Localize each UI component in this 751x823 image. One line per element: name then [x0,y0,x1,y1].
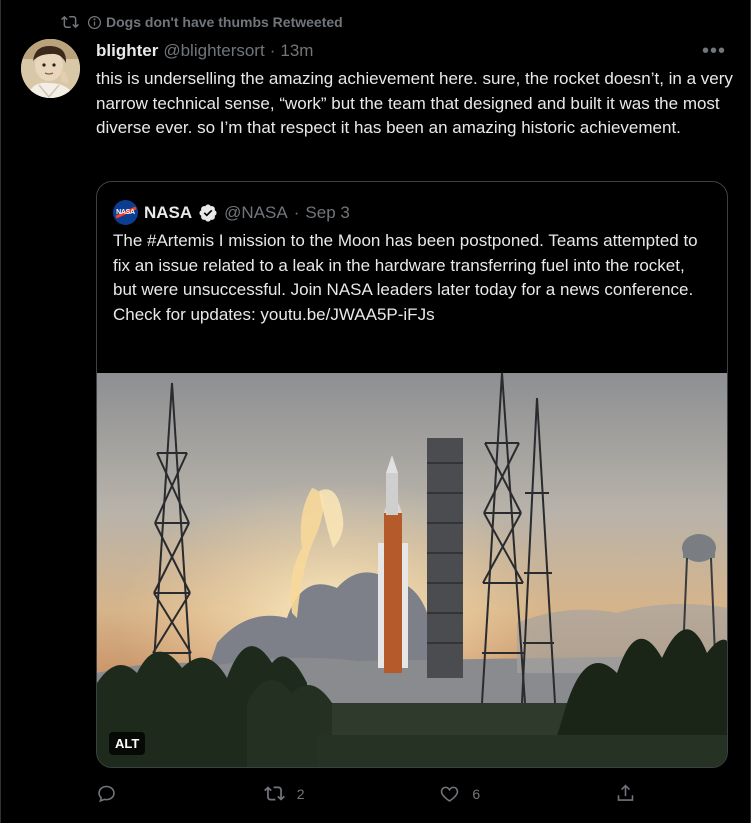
share-button[interactable] [615,783,636,804]
retweet-button[interactable]: 2 [263,783,305,804]
retweet-label: Dogs don't have thumbs Retweeted [106,14,343,30]
tweet-card[interactable]: Dogs don't have thumbs Retweeted blighte… [0,0,751,823]
author-name[interactable]: blighter [96,41,158,61]
quoted-author-handle[interactable]: @NASA [224,203,288,223]
retweet-label-wrap[interactable]: Dogs don't have thumbs Retweeted [87,14,343,30]
share-icon [617,784,634,801]
like-count: 6 [472,785,481,802]
reply-button[interactable] [96,783,129,804]
quoted-tweet[interactable]: NASA NASA @NASA · Sep 3 The #Artemis I m… [96,181,728,768]
photo-scene [97,373,727,767]
retweet-icon [263,786,285,801]
tweet-actions: 2 6 [96,783,636,804]
quoted-tweet-text: The #Artemis I mission to the Moon has b… [113,231,698,324]
retweet-context: Dogs don't have thumbs Retweeted [61,13,343,31]
avatar-image [21,39,80,98]
quoted-tweet-header: NASA NASA @NASA · Sep 3 [113,200,350,225]
retweet-count: 2 [296,785,305,802]
nasa-logo-icon[interactable]: NASA [113,200,138,225]
nasa-logo-text: NASA [116,209,135,216]
verified-badge-icon [199,203,217,222]
quoted-tweet-date[interactable]: Sep 3 [305,203,349,223]
alt-text-badge[interactable]: ALT [109,732,146,755]
tweet-time[interactable]: 13m [280,41,313,61]
tweet-header: blighter @blightersort · 13m [96,41,313,61]
tweet-text: this is underselling the amazing achieve… [96,69,733,137]
info-icon [87,15,102,29]
reply-icon [98,785,115,803]
more-options-icon[interactable]: ••• [702,40,726,63]
separator-dot: · [269,41,276,60]
rocket-launch-photo[interactable]: ALT [97,373,727,767]
heart-icon [441,786,459,802]
like-button[interactable]: 6 [439,783,480,804]
avatar[interactable] [21,39,80,98]
author-handle[interactable]: @blightersort [163,41,264,61]
quoted-author-name[interactable]: NASA [144,203,192,223]
separator-dot: · [293,202,300,222]
retweet-icon [61,15,79,29]
